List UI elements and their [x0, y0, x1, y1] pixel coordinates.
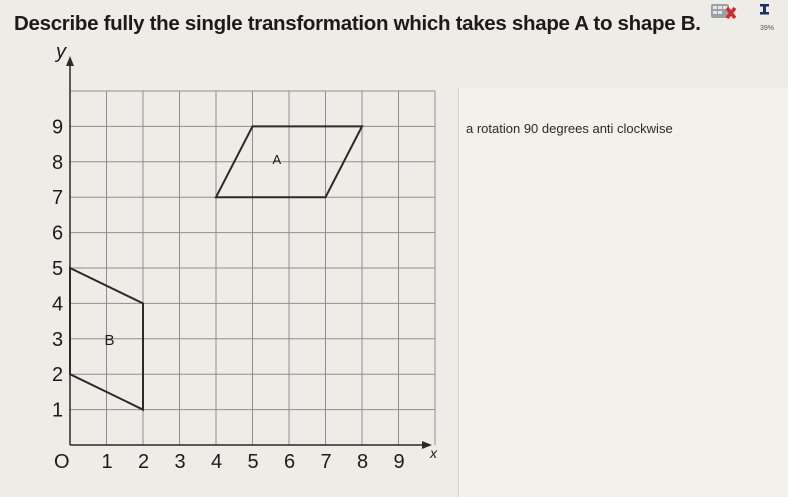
answer-text: a rotation 90 degrees anti clockwise [466, 121, 673, 136]
y-tick-label: 9 [52, 116, 63, 138]
x-tick-label: 3 [175, 451, 186, 473]
y-tick-labels: 1 2 3 4 5 6 7 8 9 [52, 116, 63, 421]
x-tick-label: 1 [102, 451, 113, 473]
answer-box[interactable]: a rotation 90 degrees anti clockwise [458, 88, 788, 497]
x-tick-labels: 1 2 3 4 5 6 7 8 9 [102, 451, 405, 473]
x-tick-label: 6 [284, 451, 295, 473]
y-tick-label: 2 [52, 364, 63, 386]
x-tick-label: 5 [248, 451, 259, 473]
y-tick-label: 7 [52, 187, 63, 209]
shape-a-label: A [273, 152, 282, 167]
y-tick-label: 8 [52, 152, 63, 174]
y-axis-label: y [54, 41, 67, 63]
y-tick-label: 1 [52, 400, 63, 422]
x-axis-label: x [429, 445, 438, 461]
x-tick-label: 2 [138, 451, 149, 473]
grid-lines [70, 90, 436, 445]
y-tick-label: 6 [52, 223, 63, 245]
axis-lines [66, 56, 432, 449]
shape-b-label: B [105, 332, 115, 349]
y-axis-arrow [66, 56, 74, 66]
y-tick-label: 3 [52, 329, 63, 351]
y-tick-label: 5 [52, 258, 63, 280]
origin-label: O [54, 451, 70, 473]
x-tick-label: 4 [211, 451, 222, 473]
x-tick-label: 8 [357, 451, 368, 473]
x-tick-label: 9 [394, 451, 405, 473]
y-tick-label: 4 [52, 293, 63, 315]
x-tick-label: 7 [321, 451, 332, 473]
